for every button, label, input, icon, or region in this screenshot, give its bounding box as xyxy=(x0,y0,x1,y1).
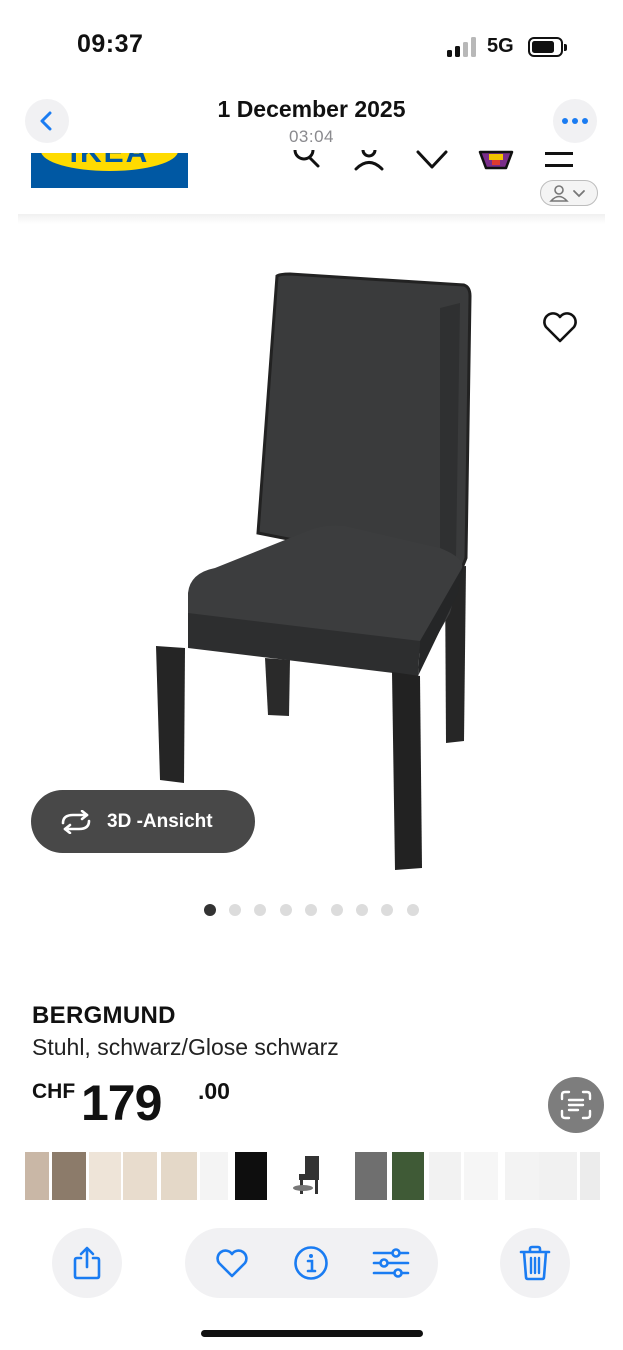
wishlist-heart-icon[interactable] xyxy=(540,309,580,345)
photo-time: 03:04 xyxy=(288,127,335,146)
info-button[interactable] xyxy=(291,1243,331,1283)
carousel-dot[interactable] xyxy=(356,904,368,916)
more-icon xyxy=(562,118,588,124)
share-button[interactable] xyxy=(52,1228,122,1298)
profile-icon[interactable] xyxy=(353,150,385,172)
product-description: Stuhl, schwarz/Glose schwarz xyxy=(32,1034,339,1060)
account-switch[interactable] xyxy=(540,180,598,206)
carousel-dot[interactable] xyxy=(280,904,292,916)
text-scan-icon xyxy=(560,1090,592,1120)
price-currency: CHF xyxy=(32,1080,76,1103)
price-integer: 179 xyxy=(81,1075,162,1131)
favourites-icon[interactable] xyxy=(416,150,448,172)
header-divider xyxy=(18,214,605,224)
carousel-dot[interactable] xyxy=(407,904,419,916)
info-icon xyxy=(294,1246,328,1280)
search-icon[interactable] xyxy=(291,150,321,172)
thumbnail[interactable] xyxy=(505,1152,539,1200)
thumbnail[interactable] xyxy=(539,1152,577,1200)
adjust-button[interactable] xyxy=(371,1243,411,1283)
carousel-dot[interactable] xyxy=(229,904,241,916)
favourite-button[interactable] xyxy=(212,1243,252,1283)
thumbnail[interactable] xyxy=(25,1152,49,1200)
thumbnail[interactable] xyxy=(580,1152,600,1200)
more-options-button[interactable] xyxy=(553,99,597,143)
product-name: BERGMUND xyxy=(32,1002,176,1029)
carousel-dot[interactable] xyxy=(331,904,343,916)
heart-icon xyxy=(216,1249,248,1278)
thumbnail[interactable] xyxy=(200,1152,228,1200)
carousel-dot[interactable] xyxy=(254,904,266,916)
photo-actions-group xyxy=(185,1228,438,1298)
thumbnail[interactable] xyxy=(52,1152,86,1200)
trash-icon xyxy=(519,1245,551,1281)
thumbnail[interactable] xyxy=(392,1152,424,1200)
thumbnail[interactable] xyxy=(123,1152,157,1200)
thumbnail[interactable] xyxy=(235,1152,267,1200)
thumbnail[interactable] xyxy=(161,1152,197,1200)
delete-button[interactable] xyxy=(500,1228,570,1298)
carousel-dot[interactable] xyxy=(381,904,393,916)
thumbnail[interactable] xyxy=(355,1152,387,1200)
view-3d-label: 3D -Ansicht xyxy=(107,810,213,832)
cart-icon[interactable] xyxy=(478,150,514,172)
ikea-logo[interactable]: IKEA xyxy=(31,153,188,188)
adjust-icon xyxy=(372,1248,410,1278)
live-text-button[interactable] xyxy=(548,1077,604,1133)
carousel-dot[interactable] xyxy=(305,904,317,916)
signal-strength-icon xyxy=(447,37,479,57)
battery-icon xyxy=(528,37,567,57)
network-type: 5G xyxy=(487,35,514,57)
menu-icon[interactable] xyxy=(545,150,573,172)
home-indicator[interactable] xyxy=(201,1330,423,1337)
rotate-3d-icon xyxy=(61,809,91,834)
thumbnail[interactable] xyxy=(464,1152,498,1200)
price-decimal: .00 xyxy=(198,1078,230,1104)
share-icon xyxy=(73,1246,101,1280)
thumbnail-current[interactable] xyxy=(289,1152,329,1200)
carousel-dot[interactable] xyxy=(204,904,216,916)
thumbnail[interactable] xyxy=(429,1152,461,1200)
view-3d-button[interactable]: 3D -Ansicht xyxy=(31,790,255,853)
thumbnail[interactable] xyxy=(89,1152,121,1200)
photo-thumbnail-strip[interactable] xyxy=(25,1152,600,1200)
chair-thumbnail-icon xyxy=(293,1156,319,1194)
photo-date: 1 December 2025 xyxy=(217,96,406,122)
product-image-chair[interactable] xyxy=(140,268,480,878)
person-chevron-icon xyxy=(549,185,585,202)
status-time: 09:37 xyxy=(77,30,144,58)
